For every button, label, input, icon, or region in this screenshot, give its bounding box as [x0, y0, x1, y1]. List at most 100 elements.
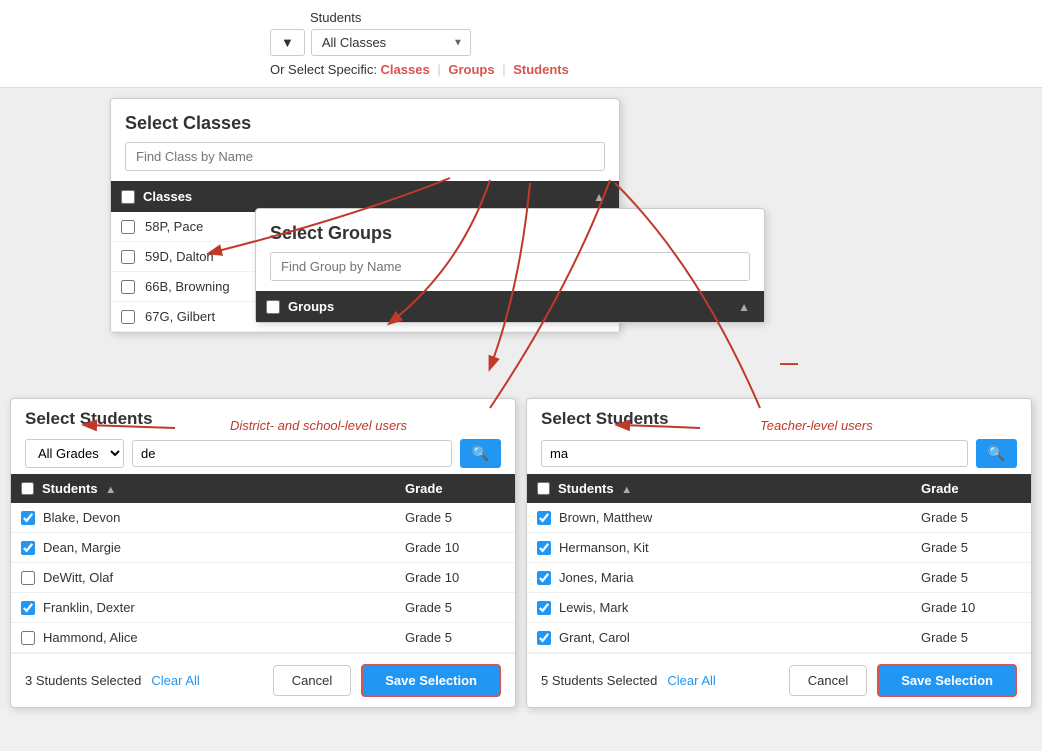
- classes-select-all-checkbox[interactable]: [121, 190, 135, 204]
- class-58p-checkbox[interactable]: [121, 220, 135, 234]
- search-btn-left[interactable]: 🔍: [460, 439, 501, 468]
- col-grade-label-right: Grade: [911, 481, 1021, 496]
- cancel-btn-right[interactable]: Cancel: [789, 665, 867, 696]
- class-58p-label: 58P, Pace: [145, 219, 203, 234]
- table-row: Dean, Margie Grade 10: [11, 533, 515, 563]
- students-panel-left: Select Students All Grades 🔍 Students ▲ …: [10, 398, 516, 708]
- classes-sort-arrow: ▲: [593, 190, 605, 204]
- table-row: DeWitt, Olaf Grade 10: [11, 563, 515, 593]
- students-table-right: Students ▲ Grade Brown, Matthew Grade 5 …: [527, 474, 1031, 653]
- all-classes-select[interactable]: All Classes: [311, 29, 471, 56]
- bottom-panels: Select Students All Grades 🔍 Students ▲ …: [0, 398, 1042, 708]
- grade-val: Grade 5: [911, 510, 1021, 525]
- select-all-students-right[interactable]: [537, 482, 550, 495]
- grade-val: Grade 5: [911, 540, 1021, 555]
- right-panel-footer: 5 Students Selected Clear All Cancel Sav…: [527, 653, 1031, 707]
- save-selection-btn-right[interactable]: Save Selection: [877, 664, 1017, 697]
- grade-val: Grade 10: [911, 600, 1021, 615]
- student-dean-checkbox[interactable]: [21, 541, 35, 555]
- table-row: Brown, Matthew Grade 5: [527, 503, 1031, 533]
- groups-header-label: Groups: [288, 299, 334, 314]
- class-67g-label: 67G, Gilbert: [145, 309, 215, 324]
- clear-all-left[interactable]: Clear All: [151, 673, 199, 688]
- table-header-left: Students ▲ Grade: [11, 474, 515, 503]
- student-name: Franklin, Dexter: [43, 600, 395, 615]
- student-name: Brown, Matthew: [559, 510, 911, 525]
- student-name: Dean, Margie: [43, 540, 395, 555]
- table-row: Blake, Devon Grade 5: [11, 503, 515, 533]
- student-hermanson-checkbox[interactable]: [537, 541, 551, 555]
- select-students-title-left: Select Students: [25, 409, 153, 429]
- student-name: Lewis, Mark: [559, 600, 911, 615]
- classes-link[interactable]: Classes: [381, 62, 430, 77]
- search-btn-right[interactable]: 🔍: [976, 439, 1017, 468]
- groups-list-container: Groups ▲: [256, 291, 764, 322]
- student-franklin-checkbox[interactable]: [21, 601, 35, 615]
- groups-sort-arrow: ▲: [738, 300, 750, 314]
- search-input-left[interactable]: [132, 440, 452, 467]
- table-header-right: Students ▲ Grade: [527, 474, 1031, 503]
- student-grant-checkbox[interactable]: [537, 631, 551, 645]
- class-66b-checkbox[interactable]: [121, 280, 135, 294]
- student-name: Hermanson, Kit: [559, 540, 911, 555]
- search-input-right[interactable]: [541, 440, 968, 467]
- table-row: Lewis, Mark Grade 10: [527, 593, 1031, 623]
- clear-all-right[interactable]: Clear All: [667, 673, 715, 688]
- selected-count-right: 5 Students Selected: [541, 673, 657, 688]
- students-panel-right: Select Students 🔍 Students ▲ Grade Brown…: [526, 398, 1032, 708]
- grade-val: Grade 5: [911, 570, 1021, 585]
- grade-val: Grade 5: [395, 510, 505, 525]
- selected-count-left: 3 Students Selected: [25, 673, 141, 688]
- table-row: Jones, Maria Grade 5: [527, 563, 1031, 593]
- cancel-btn-left[interactable]: Cancel: [273, 665, 351, 696]
- students-link[interactable]: Students: [513, 62, 569, 77]
- red-dash-2: —: [780, 353, 798, 374]
- table-row: Grant, Carol Grade 5: [527, 623, 1031, 653]
- student-blake-checkbox[interactable]: [21, 511, 35, 525]
- grade-select-left[interactable]: All Grades: [25, 439, 124, 468]
- grade-val: Grade 5: [911, 630, 1021, 645]
- student-hammond-checkbox[interactable]: [21, 631, 35, 645]
- student-brown-checkbox[interactable]: [537, 511, 551, 525]
- grade-val: Grade 5: [395, 630, 505, 645]
- groups-select-all-checkbox[interactable]: [266, 300, 280, 314]
- student-name: Hammond, Alice: [43, 630, 395, 645]
- grade-val: Grade 5: [395, 600, 505, 615]
- table-row: Hermanson, Kit Grade 5: [527, 533, 1031, 563]
- grade-val: Grade 10: [395, 570, 505, 585]
- select-groups-title: Select Groups: [256, 209, 764, 252]
- select-classes-title: Select Classes: [111, 99, 619, 142]
- student-lewis-checkbox[interactable]: [537, 601, 551, 615]
- select-all-students-left[interactable]: [21, 482, 34, 495]
- class-59d-label: 59D, Dalton: [145, 249, 214, 264]
- find-group-input[interactable]: [270, 252, 750, 281]
- right-panel-header-row: Select Students: [527, 399, 1031, 435]
- class-67g-checkbox[interactable]: [121, 310, 135, 324]
- find-class-input[interactable]: [125, 142, 605, 171]
- student-name: Grant, Carol: [559, 630, 911, 645]
- grade-val: Grade 10: [395, 540, 505, 555]
- col-grade-label-left: Grade: [395, 481, 505, 496]
- dropdown-left-btn[interactable]: ▼: [270, 29, 305, 56]
- classes-header-label: Classes: [143, 189, 192, 204]
- students-table-left: Students ▲ Grade Blake, Devon Grade 5 De…: [11, 474, 515, 653]
- save-selection-btn-left[interactable]: Save Selection: [361, 664, 501, 697]
- left-panel-footer: 3 Students Selected Clear All Cancel Sav…: [11, 653, 515, 707]
- select-students-title-right: Select Students: [541, 409, 669, 429]
- left-panel-controls: All Grades 🔍: [11, 435, 515, 474]
- student-jones-checkbox[interactable]: [537, 571, 551, 585]
- col-students-label-right: Students ▲: [558, 481, 911, 496]
- student-name: Blake, Devon: [43, 510, 395, 525]
- left-panel-header-row: Select Students: [11, 399, 515, 435]
- select-groups-panel: Select Groups Groups ▲: [255, 208, 765, 323]
- main-area: Select Classes Classes ▲ 58P, Pace 59D, …: [0, 88, 1042, 708]
- table-row: Franklin, Dexter Grade 5: [11, 593, 515, 623]
- student-name: DeWitt, Olaf: [43, 570, 395, 585]
- table-row: Hammond, Alice Grade 5: [11, 623, 515, 653]
- top-bar: Students ▼ All Classes Or Select Specifi…: [0, 0, 1042, 88]
- student-dewitt-checkbox[interactable]: [21, 571, 35, 585]
- groups-link[interactable]: Groups: [448, 62, 494, 77]
- class-66b-label: 66B, Browning: [145, 279, 230, 294]
- class-59d-checkbox[interactable]: [121, 250, 135, 264]
- right-panel-controls: 🔍: [527, 435, 1031, 474]
